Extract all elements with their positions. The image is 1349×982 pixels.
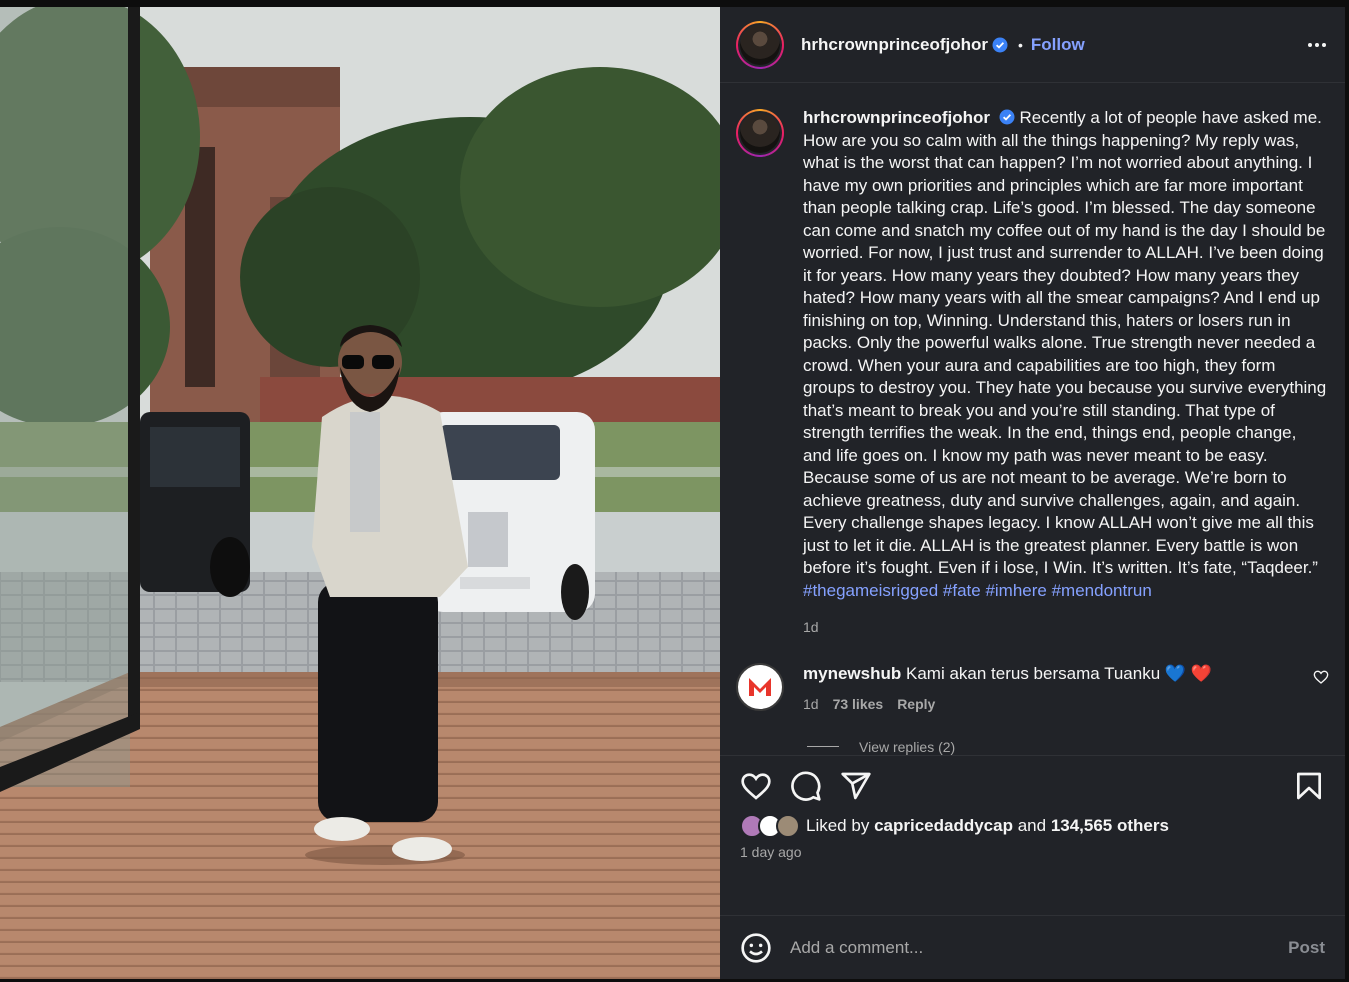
separator-dot: • — [1018, 36, 1023, 53]
hashtag-link[interactable]: #fate — [943, 581, 981, 600]
author-avatar[interactable] — [736, 20, 784, 69]
liker-avatars[interactable] — [740, 814, 800, 838]
view-replies-label: View replies (2) — [859, 738, 956, 755]
comment-like-icon[interactable] — [1313, 669, 1329, 685]
likes-count[interactable]: 134,565 others — [1051, 816, 1169, 836]
bookmark-icon[interactable] — [1293, 770, 1325, 802]
liked-by-and: and — [1017, 816, 1047, 835]
post-date[interactable]: 1 day ago — [740, 844, 1325, 860]
post-image — [0, 7, 720, 979]
liked-by-prefix: Liked by — [806, 816, 870, 835]
caption: hrhcrownprinceofjohor Recently a lot of … — [736, 107, 1329, 639]
verified-badge-icon — [992, 37, 1008, 52]
author-username[interactable]: hrhcrownprinceofjohor — [801, 35, 988, 55]
caption-avatar[interactable] — [736, 109, 784, 157]
reply-button[interactable]: Reply — [897, 693, 935, 715]
comment-text: Kami akan terus bersama Tuanku — [905, 663, 1161, 683]
commenter-avatar[interactable] — [736, 662, 784, 711]
liker-username[interactable]: capricedaddycap — [874, 816, 1013, 836]
comment-time[interactable]: 1d — [803, 693, 819, 715]
post-modal: hrhcrownprinceofjohor • Follow hrhcrownp… — [0, 7, 1345, 979]
follow-button[interactable]: Follow — [1031, 35, 1085, 55]
view-replies-button[interactable]: View replies (2) — [807, 739, 1329, 755]
comments-scroll[interactable]: hrhcrownprinceofjohor Recently a lot of … — [720, 83, 1345, 755]
post-photo[interactable] — [0, 7, 720, 979]
verified-badge-icon — [999, 109, 1015, 125]
comment-item: mynewshub Kami akan terus bersama Tuanku… — [736, 662, 1329, 715]
post-comment-button[interactable]: Post — [1288, 938, 1325, 958]
hashtag-link[interactable]: #mendontrun — [1052, 581, 1152, 600]
comment-emojis: 💙 ❤️ — [1164, 663, 1212, 683]
likes-summary: Liked by capricedaddycap and 134,565 oth… — [740, 814, 1325, 838]
hashtag-link[interactable]: #imhere — [985, 581, 1046, 600]
emoji-icon[interactable] — [740, 932, 772, 964]
heart-icon[interactable] — [740, 770, 772, 802]
share-icon[interactable] — [840, 770, 872, 802]
more-options-icon[interactable] — [1305, 33, 1329, 57]
post-header: hrhcrownprinceofjohor • Follow — [720, 7, 1345, 83]
post-side-panel: hrhcrownprinceofjohor • Follow hrhcrownp… — [720, 7, 1345, 979]
comment-input[interactable] — [790, 937, 1289, 958]
mynewshub-logo — [749, 677, 771, 696]
caption-time[interactable]: 1d — [803, 616, 1329, 639]
comment-likes[interactable]: 73 likes — [833, 693, 884, 715]
comment-icon[interactable] — [790, 770, 822, 802]
comment-composer: Post — [720, 915, 1345, 979]
post-actions: Liked by capricedaddycap and 134,565 oth… — [720, 755, 1345, 915]
commenter-username[interactable]: mynewshub — [803, 664, 901, 683]
hashtag-link[interactable]: #thegameisrigged — [803, 581, 938, 600]
caption-username[interactable]: hrhcrownprinceofjohor — [803, 108, 990, 127]
caption-text: Recently a lot of people have asked me. … — [803, 108, 1327, 577]
